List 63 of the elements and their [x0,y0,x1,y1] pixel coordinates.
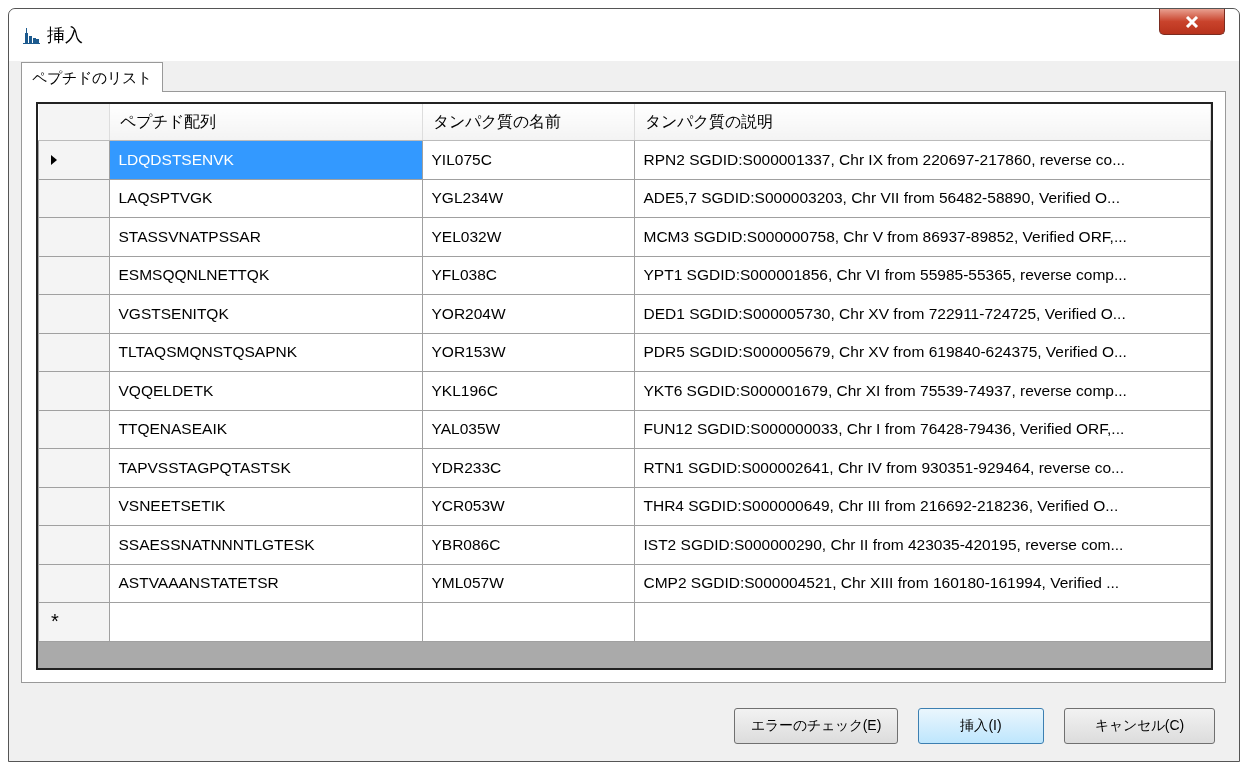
table-cell: YOR153W [422,333,634,372]
table-cell: MCM3 SGDID:S000000758, Chr V from 86937-89852, Verified ORF,... [634,217,1211,256]
current-row-icon [51,154,57,165]
table-cell: YKL196C [422,371,634,410]
table-cell: DED1 SGDID:S000005730, Chr XV from 722911-724725, Verified O... [634,294,1211,333]
dialog-button[interactable]: エラーのチェック(E) [734,708,898,744]
table-cell: VQQELDETK [109,371,422,410]
table-cell: YML057W [422,564,634,603]
empty-cell[interactable] [422,602,634,641]
table-cell: PDR5 SGDID:S000005679, Chr XV from 619840-624375, Verified O... [634,333,1211,372]
table-cell: CMP2 SGDID:S000004521, Chr XIII from 160180-161994, Verified ... [634,564,1211,603]
table-cell: YDR233C [422,448,634,487]
table-cell: STASSVNATPSSAR [109,217,422,256]
row-header[interactable] [38,294,109,333]
column-header[interactable]: ペプチド配列 [109,104,422,141]
table-cell: YBR086C [422,525,634,564]
table-cell: FUN12 SGDID:S000000033, Chr I from 76428-79436, Verified ORF,... [634,410,1211,449]
window-title: 挿入 [47,24,83,47]
table-cell: YAL035W [422,410,634,449]
bar-chart-icon [21,26,41,44]
row-header[interactable] [38,179,109,218]
row-header[interactable] [38,333,109,372]
table-cell: VSNEETSETIK [109,487,422,526]
table-cell: ADE5,7 SGDID:S000003203, Chr VII from 56482-58890, Verified O... [634,179,1211,218]
row-header[interactable] [38,448,109,487]
close-button[interactable] [1159,9,1225,35]
table-cell: TTQENASEAIK [109,410,422,449]
table-cell: IST2 SGDID:S000000290, Chr II from 423035-420195, reverse com... [634,525,1211,564]
row-header[interactable] [38,371,109,410]
table-cell: YFL038C [422,256,634,295]
table-cell: LDQDSTSENVK [109,140,422,179]
table-cell: LAQSPTVGK [109,179,422,218]
table-cell: YPT1 SGDID:S000001856, Chr VI from 55985-55365, reverse comp... [634,256,1211,295]
column-header[interactable]: タンパク質の名前 [422,104,634,141]
tab[interactable]: ペプチドのリスト [21,62,163,92]
table-cell: ASTVAAANSTATETSR [109,564,422,603]
table-cell: YEL032W [422,217,634,256]
table-cell: YKT6 SGDID:S000001679, Chr XI from 75539-74937, reverse comp... [634,371,1211,410]
table-cell: YGL234W [422,179,634,218]
table-cell: SSAESSNATNNNTLGTESK [109,525,422,564]
row-header[interactable] [38,525,109,564]
row-header[interactable] [38,564,109,603]
row-header[interactable] [38,410,109,449]
table-cell: VGSTSENITQK [109,294,422,333]
row-header[interactable] [38,256,109,295]
dialog-button[interactable]: 挿入(I) [918,708,1044,744]
table-cell: TAPVSSTAGPQTASTSK [109,448,422,487]
column-header[interactable]: タンパク質の説明 [634,104,1211,141]
dialog-button[interactable]: キャンセル(C) [1064,708,1215,744]
row-header[interactable] [38,140,109,179]
table-cell: TLTAQSMQNSTQSAPNK [109,333,422,372]
table-cell: YOR204W [422,294,634,333]
row-header[interactable] [38,217,109,256]
table-cell: YCR053W [422,487,634,526]
table-cell: RTN1 SGDID:S000002641, Chr IV from 930351-929464, reverse co... [634,448,1211,487]
table-cell: THR4 SGDID:S000000649, Chr III from 216692-218236, Verified O... [634,487,1211,526]
table-cell: RPN2 SGDID:S000001337, Chr IX from 220697-217860, reverse co... [634,140,1211,179]
table-cell: YIL075C [422,140,634,179]
row-header[interactable] [38,487,109,526]
empty-cell[interactable] [634,602,1211,641]
new-row-marker: * [38,602,109,641]
table-cell: ESMSQQNLNETTQK [109,256,422,295]
close-icon [1185,15,1199,28]
